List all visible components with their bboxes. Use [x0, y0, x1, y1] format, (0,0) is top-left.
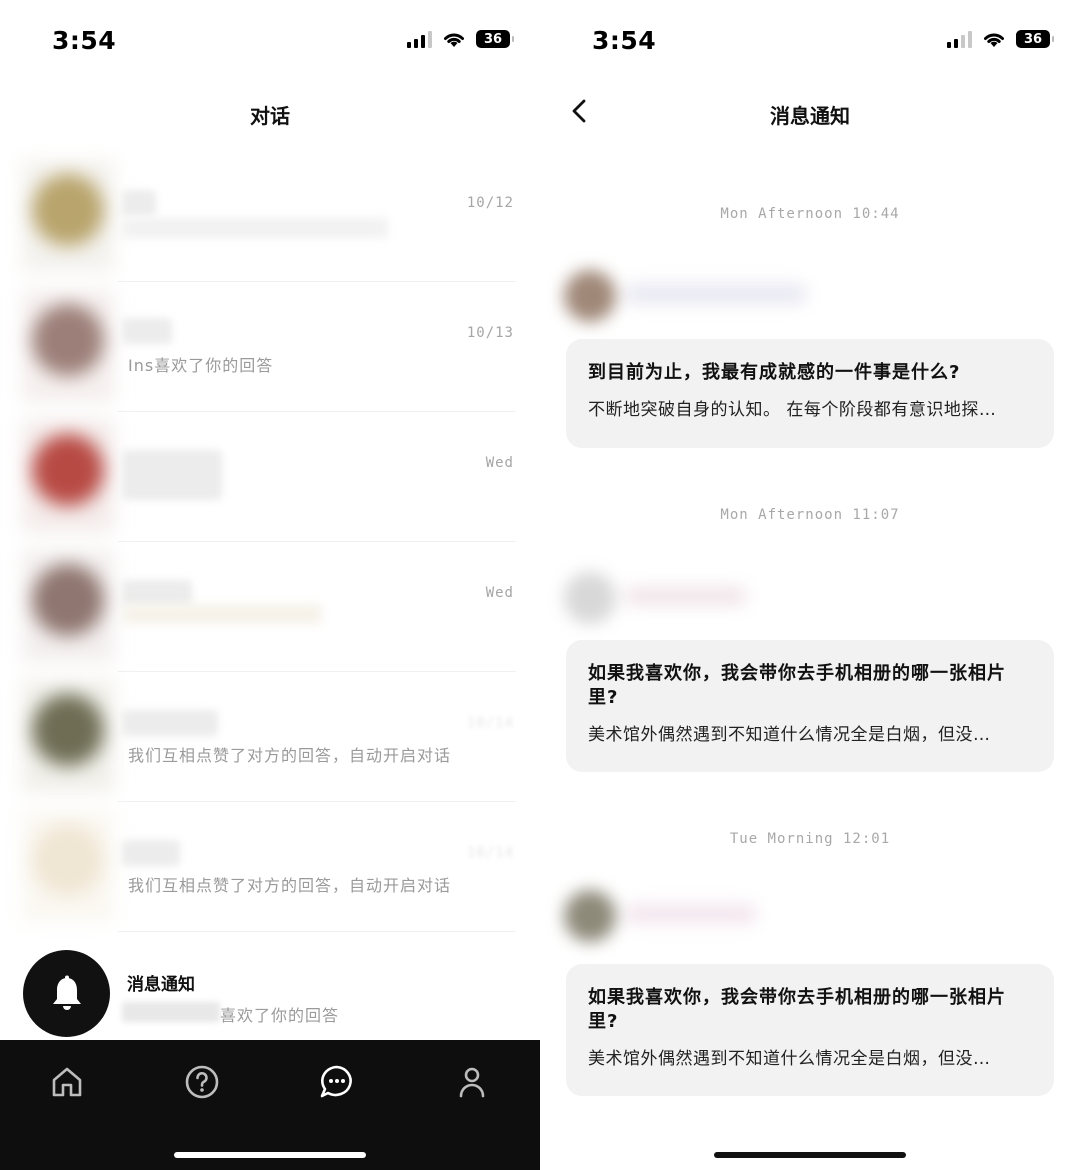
- wifi-icon: [444, 33, 464, 47]
- avatar: [22, 420, 114, 532]
- tab-profile[interactable]: [452, 1062, 492, 1102]
- tab-home[interactable]: [47, 1062, 87, 1102]
- message-question: 到目前为止，我最有成就感的一件事是什么?: [588, 362, 961, 383]
- tab-questions[interactable]: [182, 1062, 222, 1102]
- tab-chat[interactable]: [317, 1062, 357, 1102]
- message-card[interactable]: 如果我喜欢你，我会带你去手机相册的哪一张相片里? 美术馆外偶然遇到不知道什么情况…: [566, 640, 1054, 772]
- conversation-date: 10/12: [466, 195, 514, 211]
- status-icons: 36: [947, 30, 1054, 48]
- wifi-icon: [984, 33, 1004, 47]
- divider: [118, 931, 516, 932]
- signal-icon: [947, 30, 972, 48]
- conversation-row[interactable]: Wed: [0, 542, 540, 672]
- avatar: [22, 680, 114, 792]
- conversation-preview: 我们互相点赞了对方的回答，自动开启对话: [128, 746, 452, 765]
- sender[interactable]: [546, 884, 796, 944]
- message-card[interactable]: 到目前为止，我最有成就感的一件事是什么? 不断地突破自身的认知。 在每个阶段都有…: [566, 339, 1054, 448]
- avatar: [22, 290, 114, 402]
- message-question: 如果我喜欢你，我会带你去手机相册的哪一张相片里?: [588, 987, 1006, 1032]
- question-icon: [185, 1065, 219, 1099]
- conversation-row[interactable]: Ins喜欢了你的回答 10/13: [0, 282, 540, 412]
- conversation-row[interactable]: 我们互相点赞了对方的回答，自动开启对话 10/14: [0, 672, 540, 802]
- home-indicator: [174, 1152, 366, 1158]
- signal-icon: [407, 30, 432, 48]
- conversation-row[interactable]: 我们互相点赞了对方的回答，自动开启对话 10/14: [0, 802, 540, 932]
- conversation-date: 10/14: [466, 715, 514, 731]
- status-time: 3:54: [592, 26, 657, 55]
- bell-icon: [52, 975, 81, 1010]
- message-answer: 美术馆外偶然遇到不知道什么情况全是白烟，但没…: [588, 1049, 991, 1069]
- notification-subtitle: 喜欢了你的回答: [220, 1006, 340, 1025]
- battery-icon: 36: [1016, 30, 1054, 48]
- status-time: 3:54: [52, 26, 117, 55]
- tab-bar: [0, 1040, 540, 1170]
- avatar: [22, 550, 114, 662]
- status-icons: 36: [407, 30, 514, 48]
- message-question: 如果我喜欢你，我会带你去手机相册的哪一张相片里?: [588, 663, 1006, 708]
- chat-icon: [320, 1065, 352, 1098]
- battery-icon: 36: [476, 30, 514, 48]
- profile-icon: [459, 1067, 485, 1098]
- page-title: 消息通知: [770, 104, 850, 128]
- message-time: Mon Afternoon 10:44: [720, 206, 900, 222]
- message-time: Mon Afternoon 11:07: [720, 507, 900, 523]
- sender[interactable]: [546, 264, 826, 324]
- notification-title: 消息通知: [127, 975, 195, 995]
- avatar: [22, 160, 114, 272]
- conversation-row[interactable]: Wed: [0, 412, 540, 542]
- conversation-row[interactable]: 10/12: [0, 152, 540, 282]
- notification-row[interactable]: 消息通知 喜欢了你的回答: [0, 944, 540, 1040]
- conversation-preview: 我们互相点赞了对方的回答，自动开启对话: [128, 876, 452, 895]
- conversation-date: 10/14: [466, 845, 514, 861]
- notification-avatar: [23, 950, 110, 1037]
- conversation-date: Wed: [485, 455, 514, 471]
- avatar: [22, 810, 114, 922]
- conversation-date: 10/13: [466, 325, 514, 341]
- message-card[interactable]: 如果我喜欢你，我会带你去手机相册的哪一张相片里? 美术馆外偶然遇到不知道什么情况…: [566, 964, 1054, 1096]
- conversation-date: Wed: [485, 585, 514, 601]
- conversation-preview: Ins喜欢了你的回答: [128, 356, 274, 375]
- home-indicator: [714, 1152, 906, 1158]
- message-time: Tue Morning 12:01: [729, 831, 891, 847]
- message-answer: 美术馆外偶然遇到不知道什么情况全是白烟，但没…: [588, 725, 991, 745]
- notifications-screen: 3:54 36 消息通知 Mon Afternoon 10:44 到目前为止，我…: [540, 0, 1080, 1170]
- page-title: 对话: [250, 104, 290, 128]
- conversations-screen: 3:54 36 对话 10/12 Ins喜欢了你的回答 10/13 Wed We…: [0, 0, 540, 1170]
- message-answer: 不断地突破自身的认知。 在每个阶段都有意识地探…: [588, 400, 997, 420]
- home-icon: [52, 1067, 82, 1097]
- sender[interactable]: [546, 566, 786, 626]
